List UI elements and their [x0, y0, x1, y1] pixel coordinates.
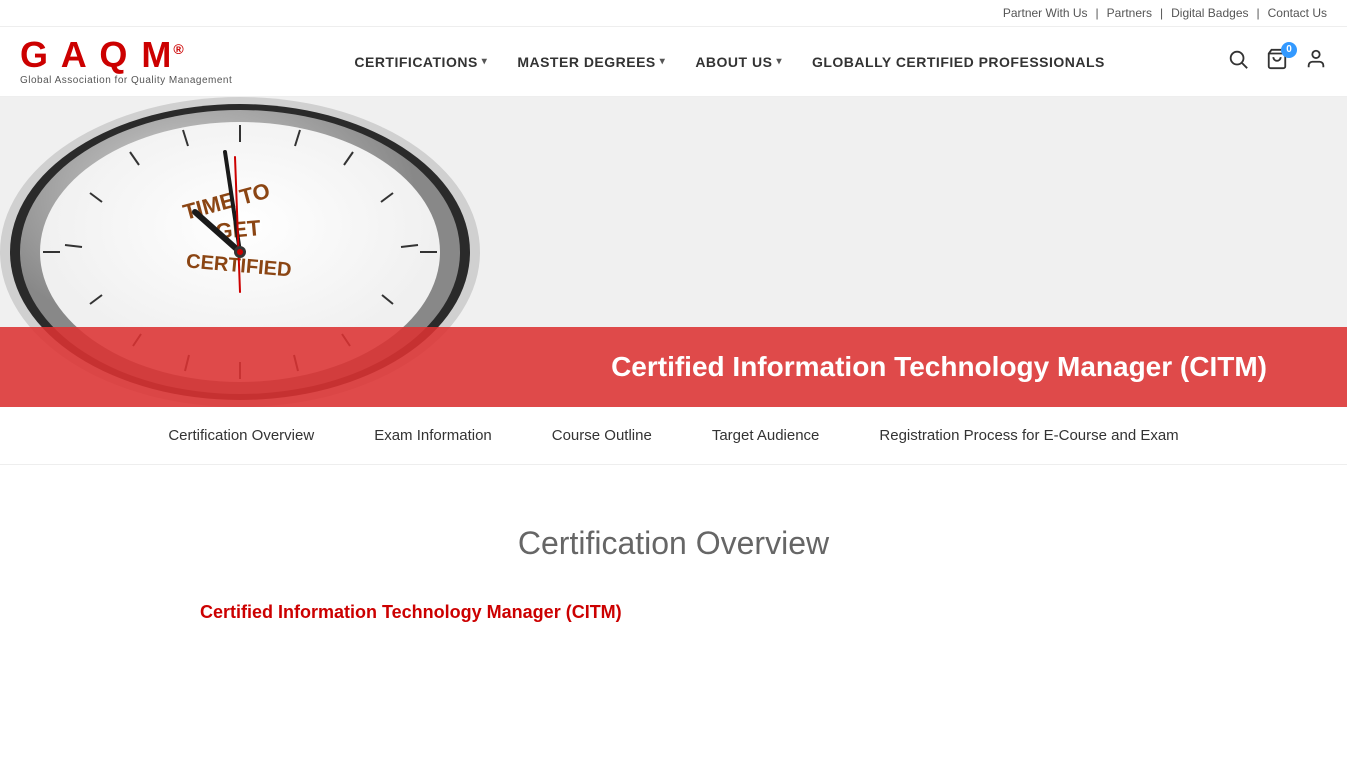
nav-globally-certified[interactable]: GLOBALLY CERTIFIED PROFESSIONALS	[812, 54, 1105, 70]
chevron-down-icon: ▾	[482, 56, 488, 67]
contact-us-link[interactable]: Contact Us	[1268, 6, 1327, 20]
logo-text: G A Q M®	[20, 37, 186, 73]
cert-name: Certified Information Technology Manager…	[200, 602, 1147, 623]
logo[interactable]: G A Q M® Global Association for Quality …	[20, 37, 232, 86]
header: G A Q M® Global Association for Quality …	[0, 27, 1347, 97]
sep1: |	[1096, 6, 1099, 20]
hero-red-banner: Certified Information Technology Manager…	[0, 327, 1347, 407]
header-icons: 0	[1227, 48, 1327, 76]
cart-count: 0	[1281, 42, 1297, 58]
sep2: |	[1160, 6, 1163, 20]
tab-target-audience[interactable]: Target Audience	[712, 427, 820, 444]
hero-title: Certified Information Technology Manager…	[611, 351, 1267, 383]
chevron-down-icon: ▾	[776, 56, 782, 67]
partner-with-us-link[interactable]: Partner With Us	[1003, 6, 1088, 20]
hero-banner: TIME TO GET CERTIFIED Certified Informat…	[0, 97, 1347, 407]
tab-certification-overview[interactable]: Certification Overview	[168, 427, 314, 444]
nav-master-degrees[interactable]: MASTER DEGREES ▾	[517, 54, 665, 70]
partners-link[interactable]: Partners	[1107, 6, 1152, 20]
main-nav: CERTIFICATIONS ▾ MASTER DEGREES ▾ ABOUT …	[354, 54, 1105, 70]
sep3: |	[1257, 6, 1260, 20]
search-button[interactable]	[1227, 48, 1249, 76]
tab-course-outline[interactable]: Course Outline	[552, 427, 652, 444]
chevron-down-icon: ▾	[660, 56, 666, 67]
section-title: Certification Overview	[200, 525, 1147, 562]
digital-badges-link[interactable]: Digital Badges	[1171, 6, 1248, 20]
tab-exam-information[interactable]: Exam Information	[374, 427, 492, 444]
user-account-button[interactable]	[1305, 48, 1327, 76]
logo-subtitle: Global Association for Quality Managemen…	[20, 75, 232, 86]
nav-certifications[interactable]: CERTIFICATIONS ▾	[354, 54, 487, 70]
tab-navigation: Certification Overview Exam Information …	[0, 407, 1347, 465]
utility-bar: Partner With Us | Partners | Digital Bad…	[0, 0, 1347, 27]
tab-registration-process[interactable]: Registration Process for E-Course and Ex…	[879, 427, 1178, 444]
nav-about-us[interactable]: ABOUT US ▾	[695, 54, 782, 70]
cart-button[interactable]: 0	[1265, 48, 1289, 76]
content-section: Certification Overview Certified Informa…	[0, 465, 1347, 663]
